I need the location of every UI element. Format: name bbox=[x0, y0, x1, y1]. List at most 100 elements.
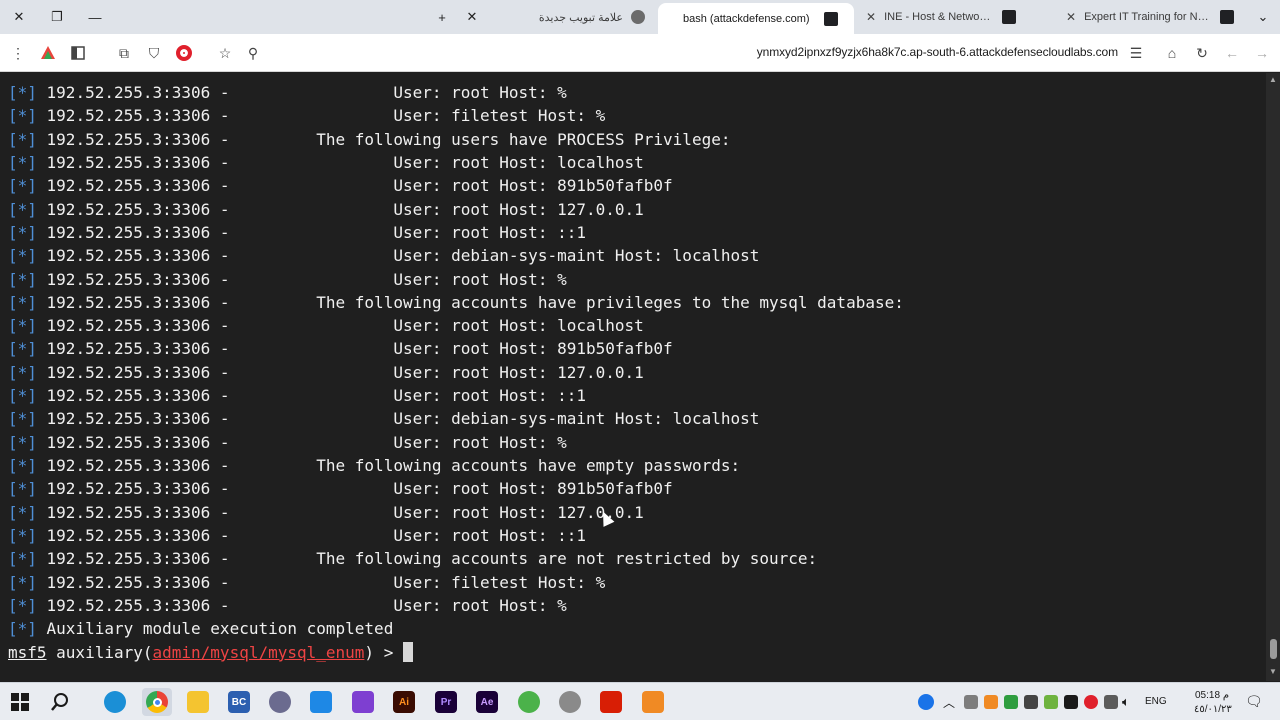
acrobat-icon[interactable] bbox=[596, 688, 626, 716]
utorrent-icon[interactable] bbox=[514, 688, 544, 716]
opera-icon[interactable] bbox=[174, 43, 194, 63]
terminal-line: [*] 192.52.255.3:3306 - The following ac… bbox=[8, 454, 904, 477]
language-indicator[interactable]: ENG bbox=[1145, 696, 1167, 707]
terminal-line: [*] 192.52.255.3:3306 - User: root Host:… bbox=[8, 81, 904, 104]
line-text: 192.52.255.3:3306 - User: root Host: ::1 bbox=[36, 222, 586, 242]
tab-search-icon[interactable]: ⌄ bbox=[1248, 4, 1278, 30]
home-icon[interactable]: ⌂ bbox=[1162, 43, 1182, 63]
tray-app-icon[interactable] bbox=[964, 695, 978, 709]
close-tab-icon[interactable]: ✕ bbox=[457, 4, 487, 30]
line-text: 192.52.255.3:3306 - The following accoun… bbox=[36, 456, 741, 475]
prompt-prefix: msf5 bbox=[8, 642, 47, 662]
status-tag: [*] bbox=[8, 479, 37, 499]
status-tag: [*] bbox=[8, 199, 37, 219]
status-tag: [*] bbox=[8, 246, 37, 266]
zoom-icon[interactable]: ⚲ bbox=[243, 43, 263, 63]
address-bar: ⋮ ⧉ ⛉ ☆ ⚲ ynmxyd2ipnxzf9yzjx6ha8k7c.ap-s… bbox=[0, 34, 1280, 72]
wifi-icon[interactable] bbox=[1104, 695, 1118, 709]
tray-app-icon[interactable] bbox=[1084, 695, 1098, 709]
puzzle-extensions-icon[interactable]: ⧉ bbox=[114, 43, 134, 63]
terminal-favicon-icon bbox=[824, 11, 838, 26]
status-tag: [*] bbox=[8, 525, 37, 545]
terminal-window[interactable]: [*] 192.52.255.3:3306 - User: root Host:… bbox=[0, 73, 1280, 681]
terminal-app-icon[interactable] bbox=[265, 688, 295, 716]
vscode-icon[interactable] bbox=[306, 688, 336, 716]
shield-tray-icon[interactable] bbox=[1064, 695, 1078, 709]
site-settings-icon[interactable]: ☰ bbox=[1126, 43, 1146, 63]
url-text[interactable]: ynmxyd2ipnxzf9yzjx6ha8k7c.ap-south-6.att… bbox=[757, 45, 1118, 59]
clock-time[interactable]: 05:18 م bbox=[1195, 690, 1229, 701]
illustrator-icon[interactable]: Ai bbox=[389, 688, 419, 716]
menu-dots-icon[interactable]: ⋮ bbox=[8, 43, 28, 63]
line-text: 192.52.255.3:3306 - User: root Host: 891… bbox=[36, 479, 673, 499]
prompt-suffix: ) > bbox=[364, 642, 403, 662]
scrollbar-thumb[interactable] bbox=[1270, 639, 1277, 659]
ine-favicon-icon bbox=[1002, 10, 1016, 24]
line-text: 192.52.255.3:3306 - User: root Host: 127… bbox=[36, 362, 644, 382]
close-tab-icon[interactable]: ✕ bbox=[1066, 10, 1076, 24]
file-explorer-icon[interactable] bbox=[183, 688, 213, 716]
minimize-window-icon[interactable]: — bbox=[80, 4, 110, 30]
line-text: Auxiliary module execution completed bbox=[36, 619, 394, 639]
terminal-scrollbar[interactable]: ▲ ▼ bbox=[1266, 73, 1280, 681]
nvidia-icon[interactable] bbox=[1044, 695, 1058, 709]
sidebar-icon[interactable] bbox=[68, 43, 88, 63]
after-effects-icon[interactable]: Ae bbox=[472, 688, 502, 716]
tab-ine[interactable]: ✕ INE - Host & Network Penetrat bbox=[856, 3, 1026, 31]
ine-favicon-icon bbox=[1220, 10, 1234, 24]
line-text: 192.52.255.3:3306 - User: root Host: loc… bbox=[36, 316, 644, 336]
close-tab-icon[interactable]: ✕ bbox=[866, 10, 876, 24]
notification-icon[interactable]: 🗨︎ bbox=[1245, 693, 1263, 710]
tab-new-tab[interactable]: علامة تبويب جديدة bbox=[490, 3, 655, 31]
tray-app-icon[interactable] bbox=[1024, 695, 1038, 709]
tab-expert-it[interactable]: ✕ Expert IT Training for Networki bbox=[1056, 3, 1244, 31]
command-prompt[interactable]: msf5 auxiliary(admin/mysql/mysql_enum) > bbox=[8, 641, 904, 664]
status-tag: [*] bbox=[8, 619, 37, 639]
premiere-icon[interactable]: Pr bbox=[431, 688, 461, 716]
shield-icon[interactable]: ⛉ bbox=[144, 43, 164, 63]
terminal-line: [*] 192.52.255.3:3306 - User: debian-sys… bbox=[8, 407, 904, 430]
bc-app-icon[interactable]: BC bbox=[224, 688, 254, 716]
terminal-output: [*] 192.52.255.3:3306 - User: root Host:… bbox=[8, 81, 904, 664]
new-tab-icon[interactable]: + bbox=[427, 4, 457, 30]
visual-studio-icon[interactable] bbox=[348, 688, 378, 716]
restore-window-icon[interactable]: ❐ bbox=[42, 4, 72, 30]
status-tag: [*] bbox=[8, 222, 37, 242]
network-app-icon[interactable] bbox=[555, 688, 585, 716]
tray-app-icon[interactable] bbox=[1004, 695, 1018, 709]
line-text: 192.52.255.3:3306 - The following users … bbox=[36, 129, 731, 149]
prompt-module: admin/mysql/mysql_enum bbox=[152, 642, 365, 662]
status-tag: [*] bbox=[8, 316, 37, 336]
forward-icon[interactable]: ← bbox=[1222, 43, 1242, 63]
clock-date[interactable]: ٤٥/٠١/٢٣ bbox=[1194, 704, 1232, 715]
bookmark-star-icon[interactable]: ☆ bbox=[215, 43, 235, 63]
status-tag: [*] bbox=[8, 269, 37, 289]
volume-icon[interactable]: 🔈︎ bbox=[1122, 694, 1130, 710]
prompt-module-word: auxiliary( bbox=[46, 642, 153, 662]
status-tag: [*] bbox=[8, 502, 37, 522]
reload-icon[interactable]: ↻ bbox=[1192, 43, 1212, 63]
tab-bash[interactable]: bash (attackdefense.com) bbox=[658, 3, 854, 34]
scroll-up-icon[interactable]: ▲ bbox=[1266, 75, 1280, 84]
terminal-line: [*] 192.52.255.3:3306 - User: root Host:… bbox=[8, 198, 904, 221]
edge-icon[interactable] bbox=[100, 688, 130, 716]
line-text: 192.52.255.3:3306 - User: root Host: % bbox=[36, 595, 567, 615]
chrome-favicon-icon bbox=[631, 10, 645, 24]
status-tag: [*] bbox=[8, 292, 37, 312]
help-icon[interactable] bbox=[918, 694, 934, 710]
start-icon[interactable] bbox=[5, 688, 35, 716]
scroll-down-icon[interactable]: ▼ bbox=[1266, 667, 1280, 676]
extension-icon[interactable] bbox=[38, 43, 58, 63]
chrome-icon[interactable] bbox=[142, 688, 172, 716]
terminal-line: [*] 192.52.255.3:3306 - User: root Host:… bbox=[8, 361, 904, 384]
status-tag: [*] bbox=[8, 409, 37, 429]
orange-app-icon[interactable] bbox=[638, 688, 668, 716]
search-icon[interactable] bbox=[45, 688, 75, 716]
close-window-icon[interactable]: ✕ bbox=[4, 4, 34, 30]
chevron-up-icon[interactable]: ︿ bbox=[943, 694, 955, 711]
status-tag: [*] bbox=[8, 129, 37, 149]
line-text: 192.52.255.3:3306 - User: root Host: 127… bbox=[36, 502, 644, 522]
tray-app-icon[interactable] bbox=[984, 695, 998, 709]
terminal-line: [*] 192.52.255.3:3306 - User: root Host:… bbox=[8, 151, 904, 174]
back-icon[interactable]: → bbox=[1252, 43, 1272, 63]
